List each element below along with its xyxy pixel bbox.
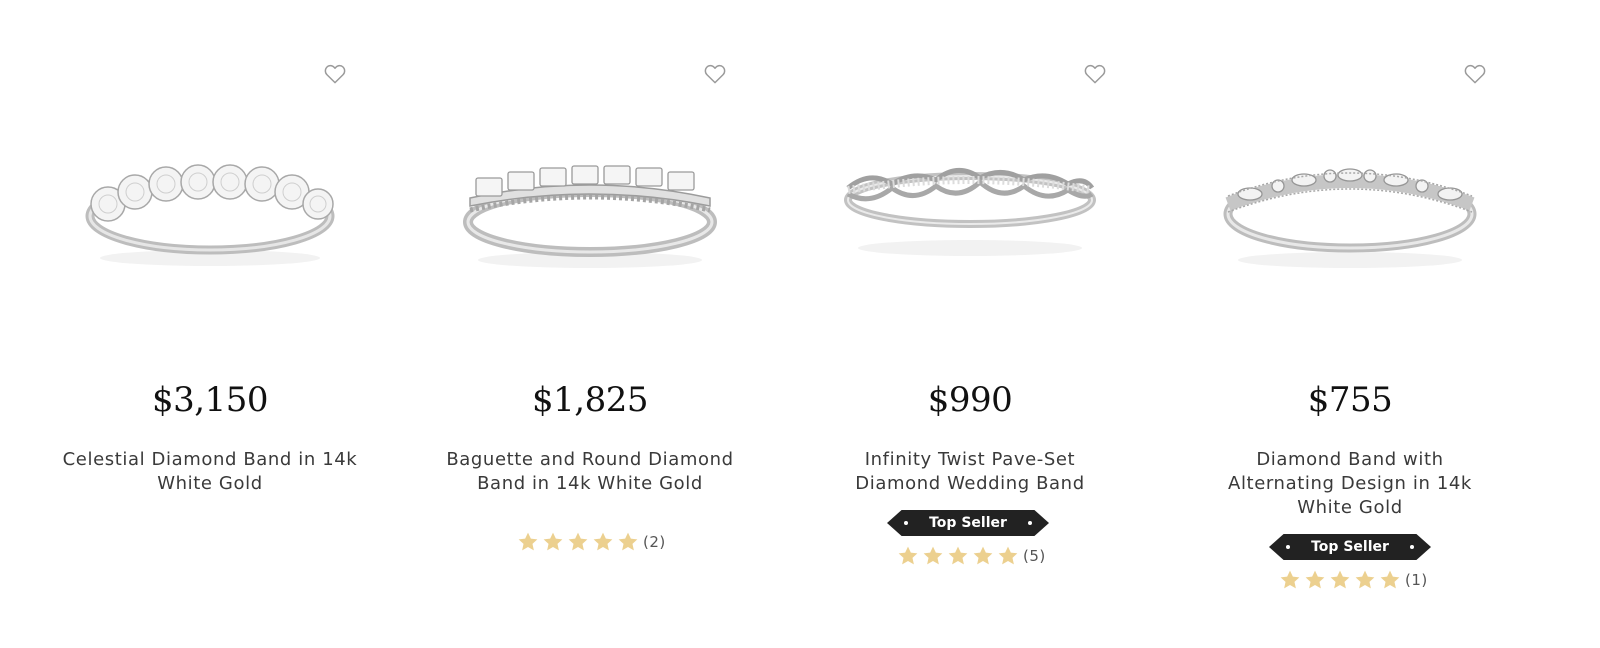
badge-label: Top Seller xyxy=(1311,539,1389,555)
product-price: $990 xyxy=(927,380,1013,420)
ring-image[interactable] xyxy=(80,148,340,288)
rating-count: (1) xyxy=(1405,571,1428,589)
star-icon xyxy=(1279,569,1301,591)
rating-count: (2) xyxy=(643,533,666,551)
star-rating[interactable]: (2) xyxy=(517,530,666,554)
star-icon xyxy=(517,531,539,553)
star-icon xyxy=(1304,569,1326,591)
star-rating[interactable]: (5) xyxy=(897,544,1046,568)
rating-count: (5) xyxy=(1023,547,1046,565)
star-icon xyxy=(1329,569,1351,591)
heart-icon[interactable] xyxy=(1464,64,1486,84)
star-icon xyxy=(1379,569,1401,591)
star-icon xyxy=(542,531,564,553)
top-seller-badge: Top Seller xyxy=(887,510,1049,536)
badge-dot xyxy=(1028,521,1032,525)
product-price: $1,825 xyxy=(532,380,648,420)
ring-image[interactable] xyxy=(840,148,1100,288)
star-icon xyxy=(567,531,589,553)
product-card[interactable]: $990 Infinity Twist Pave-Set Diamond Wed… xyxy=(780,0,1160,648)
product-title[interactable]: Infinity Twist Pave-Set Diamond Wedding … xyxy=(820,448,1120,496)
product-card[interactable]: $3,150 Celestial Diamond Band in 14k Whi… xyxy=(20,0,400,648)
star-icon xyxy=(997,545,1019,567)
product-price: $755 xyxy=(1307,380,1393,420)
badge-dot xyxy=(1286,545,1290,549)
ring-image[interactable] xyxy=(1220,148,1480,288)
product-price: $3,150 xyxy=(152,380,268,420)
product-title[interactable]: Diamond Band with Alternating Design in … xyxy=(1200,448,1500,520)
star-icon xyxy=(617,531,639,553)
star-icon xyxy=(592,531,614,553)
star-icon xyxy=(972,545,994,567)
product-card[interactable]: $755 Diamond Band with Alternating Desig… xyxy=(1160,0,1540,648)
ring-image[interactable] xyxy=(460,148,720,288)
star-icon xyxy=(922,545,944,567)
product-title[interactable]: Celestial Diamond Band in 14k White Gold xyxy=(50,448,370,496)
product-title[interactable]: Baguette and Round Diamond Band in 14k W… xyxy=(440,448,740,496)
heart-icon[interactable] xyxy=(1084,64,1106,84)
badge-label: Top Seller xyxy=(929,515,1007,531)
badge-dot xyxy=(1410,545,1414,549)
heart-icon[interactable] xyxy=(324,64,346,84)
product-card[interactable]: $1,825 Baguette and Round Diamond Band i… xyxy=(400,0,780,648)
heart-icon[interactable] xyxy=(704,64,726,84)
star-rating[interactable]: (1) xyxy=(1279,568,1428,592)
badge-dot xyxy=(904,521,908,525)
star-icon xyxy=(1354,569,1376,591)
star-icon xyxy=(947,545,969,567)
star-icon xyxy=(897,545,919,567)
top-seller-badge: Top Seller xyxy=(1269,534,1431,560)
